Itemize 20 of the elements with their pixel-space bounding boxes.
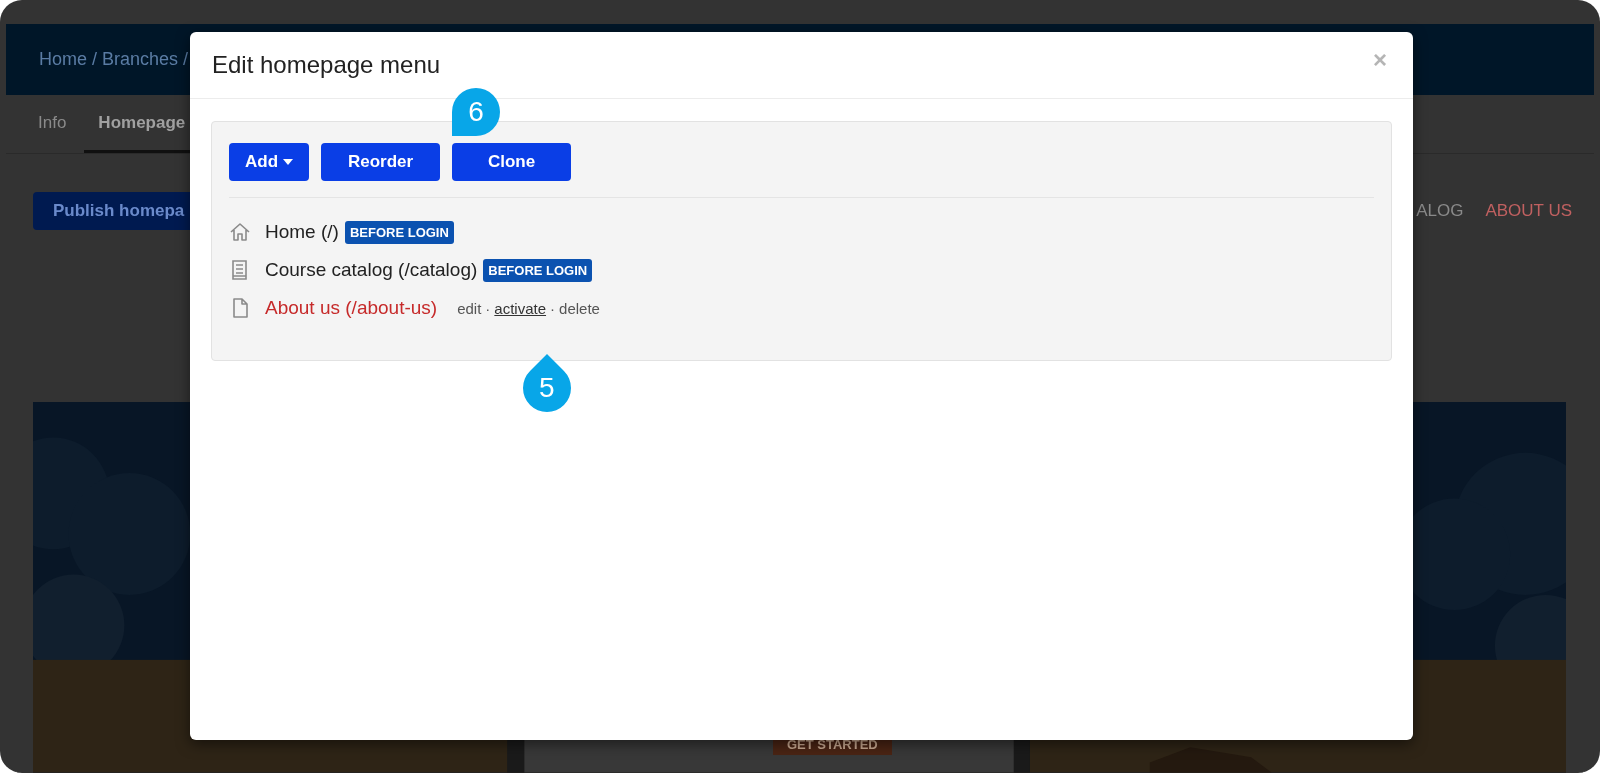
item-action-link[interactable]: edit	[457, 299, 482, 317]
status-badge: BEFORE LOGIN	[344, 220, 454, 244]
status-badge: BEFORE LOGIN	[483, 258, 593, 282]
site-menu-link[interactable]: ABOUT US	[1485, 201, 1572, 222]
separator-dot: ·	[550, 299, 556, 317]
dialog-title: Edit homepage menu	[212, 51, 441, 79]
item-action-link[interactable]: activate	[494, 299, 547, 317]
action-button[interactable]: Add	[229, 143, 309, 181]
menu-item-link[interactable]: About us (/about-us)	[265, 297, 438, 319]
menu-item-link[interactable]: Course catalog (/catalog)	[265, 259, 478, 281]
separator-dot: ·	[485, 299, 491, 317]
tab[interactable]: Info	[24, 95, 81, 154]
breadcrumb[interactable]: Home / Branches /	[39, 49, 189, 70]
home-icon	[229, 221, 251, 243]
action-button[interactable]: Clone	[452, 143, 571, 181]
action-button[interactable]: Reorder	[321, 143, 440, 181]
caret-icon	[283, 159, 293, 165]
site-menu-link[interactable]: ALOG	[1416, 201, 1464, 222]
item-action-link[interactable]: delete	[559, 299, 600, 317]
menu-item-link[interactable]: Home (/)	[265, 221, 339, 243]
